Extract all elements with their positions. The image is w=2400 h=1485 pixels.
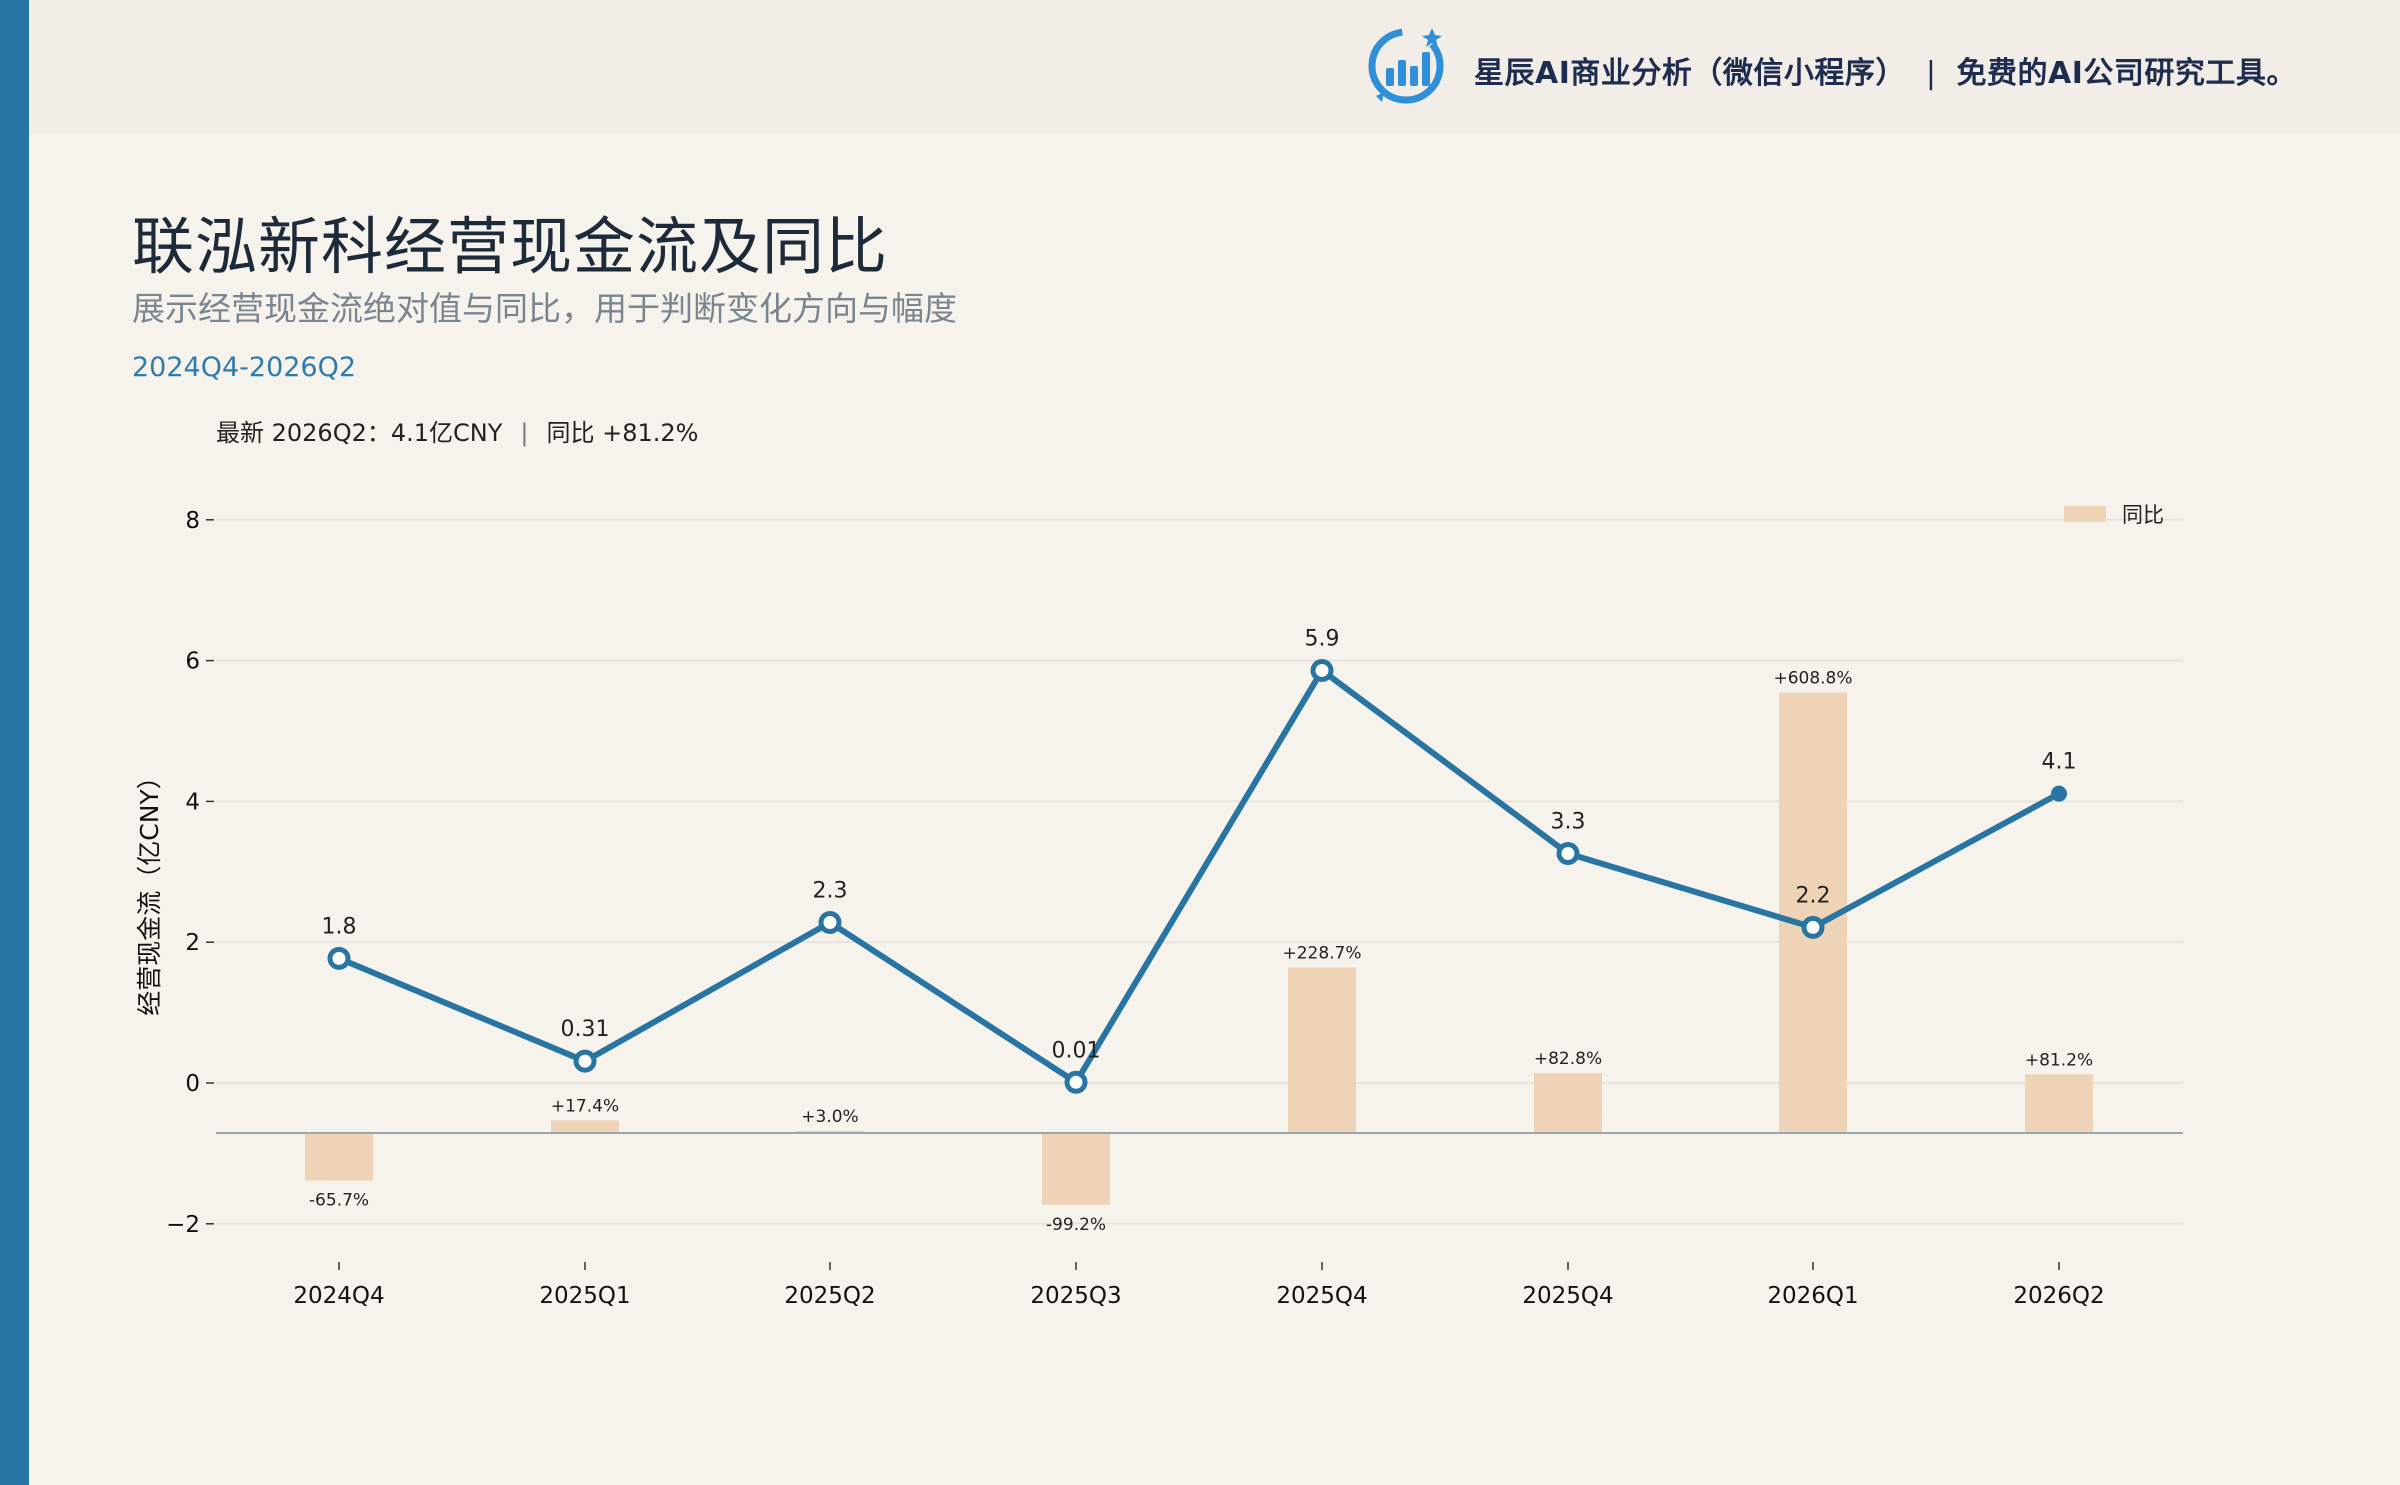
y-tick-label: 6: [185, 649, 200, 675]
yoy-label: +17.4%: [551, 1096, 619, 1116]
yoy-label: -99.2%: [1046, 1215, 1106, 1235]
yoy-label: +81.2%: [2025, 1050, 2093, 1070]
value-label: 0.31: [561, 1017, 610, 1042]
yoy-label: +82.8%: [1534, 1049, 1602, 1069]
value-label: 4.1: [2042, 750, 2077, 775]
yoy-label: +3.0%: [801, 1107, 858, 1127]
data-point: [2051, 785, 2067, 802]
yoy-bar: [305, 1133, 373, 1181]
value-label: 1.8: [322, 914, 357, 939]
y-tick-label: 8: [185, 508, 200, 534]
value-label: 2.2: [1796, 883, 1831, 908]
data-point: [1556, 841, 1580, 865]
yoy-bar: [551, 1120, 619, 1133]
data-point: [1064, 1070, 1088, 1094]
x-tick-label: 2026Q2: [2013, 1283, 2104, 1309]
x-tick-label: 2024Q4: [293, 1283, 384, 1309]
yoy-bars: [305, 692, 2093, 1205]
yoy-bar: [1288, 967, 1356, 1133]
data-point: [1801, 915, 1825, 939]
value-label: 3.3: [1551, 809, 1586, 834]
legend-swatch-yoy: [2064, 506, 2106, 522]
yoy-bar: [1534, 1073, 1602, 1133]
legend: 同比: [2064, 503, 2164, 527]
data-point: [573, 1049, 597, 1073]
yoy-label: +608.8%: [1773, 669, 1852, 689]
data-point: [818, 910, 842, 934]
y-tick-label: −2: [166, 1212, 200, 1238]
x-tick-label: 2025Q2: [784, 1283, 875, 1309]
y-tick-label: 4: [185, 789, 200, 815]
value-label: 0.01: [1052, 1038, 1101, 1063]
x-tick-label: 2025Q4: [1522, 1283, 1613, 1309]
data-point: [327, 946, 351, 970]
x-tick-label: 2025Q4: [1276, 1283, 1367, 1309]
y-tick-label: 2: [185, 930, 200, 956]
y-tick-label: 0: [185, 1071, 200, 1097]
y-axis: −2 0 2 4 6 8: [166, 508, 214, 1238]
y-axis-label: 经营现金流（亿CNY）: [135, 764, 164, 1015]
legend-label-yoy: 同比: [2122, 503, 2164, 527]
yoy-bar: [1042, 1133, 1110, 1205]
x-tick-label: 2025Q1: [539, 1283, 630, 1309]
cashflow-chart: −202468 2024Q4 2025Q1 2025Q2 2025Q3 2025Q4 20…: [135, 503, 2183, 1309]
x-axis: 2024Q4 2025Q1 2025Q2 2025Q3 2025Q4 2025Q4 2026…: [293, 1262, 2105, 1309]
yoy-label: -65.7%: [309, 1191, 369, 1211]
value-label: 5.9: [1305, 626, 1340, 651]
x-tick-label: 2025Q3: [1030, 1283, 1121, 1309]
yoy-label: +228.7%: [1282, 944, 1361, 964]
value-label: 2.3: [813, 878, 848, 903]
data-point: [1310, 658, 1334, 682]
x-tick-label: 2026Q1: [1767, 1283, 1858, 1309]
yoy-bar: [2025, 1074, 2093, 1133]
